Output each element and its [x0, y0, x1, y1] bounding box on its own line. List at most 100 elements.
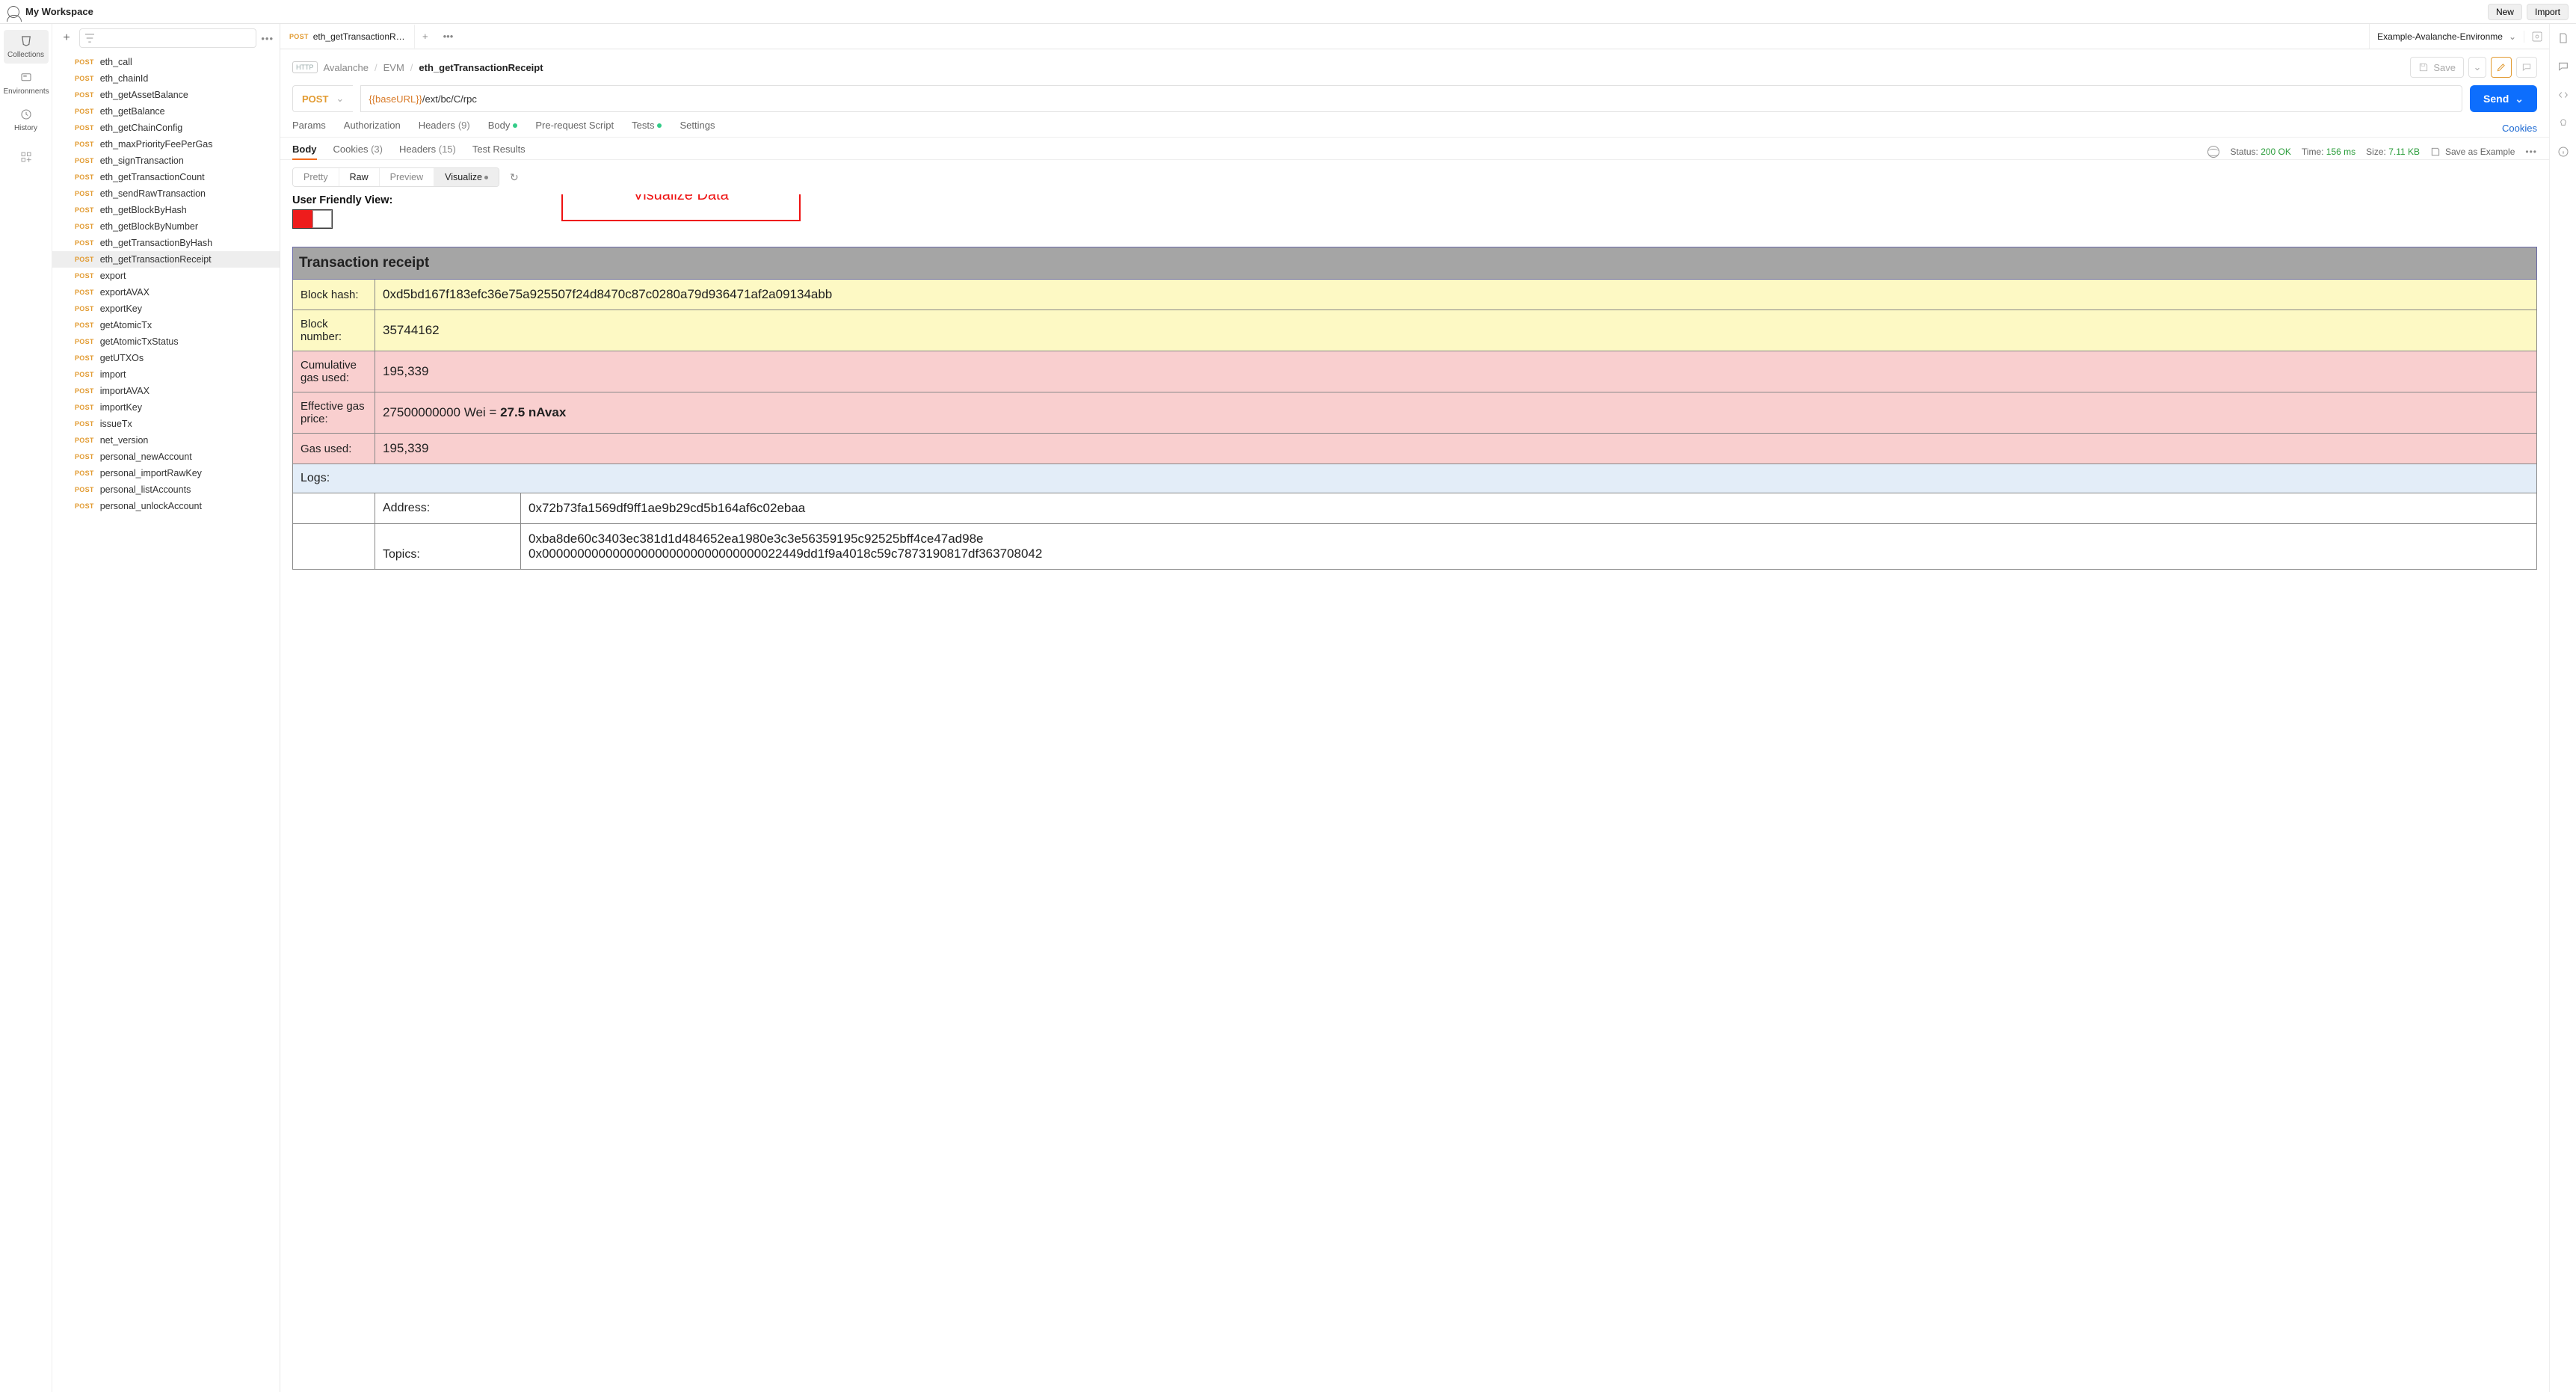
- save-example-button[interactable]: Save as Example: [2430, 147, 2515, 157]
- save-button[interactable]: Save: [2410, 57, 2464, 78]
- sidebar-item-eth_getChainConfig[interactable]: POSTeth_getChainConfig: [52, 120, 280, 136]
- sidebar-item-getUTXOs[interactable]: POSTgetUTXOs: [52, 350, 280, 366]
- rail-label: Collections: [7, 51, 44, 59]
- import-button[interactable]: Import: [2527, 4, 2569, 20]
- new-tab-button[interactable]: +: [415, 31, 436, 42]
- environment-quicklook-icon[interactable]: [2524, 31, 2549, 43]
- sidebar-item-eth_getBlockByHash[interactable]: POSTeth_getBlockByHash: [52, 202, 280, 218]
- sidebar-item-label: personal_newAccount: [100, 452, 192, 462]
- sidebar-item-eth_maxPriorityFeePerGas[interactable]: POSTeth_maxPriorityFeePerGas: [52, 136, 280, 153]
- method-pill: POST: [75, 305, 94, 312]
- reqtab-tests[interactable]: Tests: [632, 120, 662, 137]
- docs-icon[interactable]: [2557, 31, 2570, 45]
- lightbulb-icon[interactable]: [2557, 117, 2570, 130]
- crumb-evm[interactable]: EVM: [383, 62, 404, 73]
- reqtab-auth[interactable]: Authorization: [344, 120, 401, 137]
- resptab-body[interactable]: Body: [292, 144, 317, 159]
- sidebar-item-eth_getTransactionByHash[interactable]: POSTeth_getTransactionByHash: [52, 235, 280, 251]
- resptab-tests[interactable]: Test Results: [472, 144, 526, 159]
- visualize-body: Visualize Data User Friendly View: Trans…: [280, 194, 2549, 1392]
- sidebar-item-personal_newAccount[interactable]: POSTpersonal_newAccount: [52, 449, 280, 465]
- tab-overflow-icon[interactable]: •••: [436, 31, 461, 42]
- sidebar-item-label: eth_getTransactionCount: [100, 172, 205, 182]
- sidebar-item-eth_getBlockByNumber[interactable]: POSTeth_getBlockByNumber: [52, 218, 280, 235]
- method-pill: POST: [75, 91, 94, 99]
- sidebar-item-export[interactable]: POSTexport: [52, 268, 280, 284]
- info-icon[interactable]: [2557, 145, 2570, 158]
- method-pill: POST: [75, 486, 94, 493]
- sidebar-item-personal_unlockAccount[interactable]: POSTpersonal_unlockAccount: [52, 498, 280, 514]
- sidebar-item-importAVAX[interactable]: POSTimportAVAX: [52, 383, 280, 399]
- rail-history[interactable]: History: [4, 103, 49, 137]
- user-friendly-view-toggle[interactable]: [292, 209, 333, 229]
- environment-selector[interactable]: Example-Avalanche-Environme ⌄: [2369, 24, 2524, 49]
- tab-request[interactable]: POST eth_getTransactionRece: [280, 24, 415, 49]
- method-pill: POST: [75, 75, 94, 82]
- sidebar-item-net_version[interactable]: POSTnet_version: [52, 432, 280, 449]
- filter-input[interactable]: [79, 28, 256, 48]
- method-pill: POST: [75, 256, 94, 263]
- refresh-icon[interactable]: ↻: [510, 171, 519, 184]
- reqtab-params[interactable]: Params: [292, 120, 326, 137]
- sidebar-more-icon[interactable]: •••: [261, 33, 274, 44]
- rail-more[interactable]: [4, 146, 49, 171]
- sidebar-item-eth_getAssetBalance[interactable]: POST eth_getAssetBalance: [52, 87, 280, 103]
- rail-environments[interactable]: Environments: [4, 67, 49, 100]
- new-button[interactable]: New: [2488, 4, 2522, 20]
- sidebar-item-eth_sendRawTransaction[interactable]: POSTeth_sendRawTransaction: [52, 185, 280, 202]
- edit-button[interactable]: [2491, 57, 2512, 78]
- reqtab-settings[interactable]: Settings: [680, 120, 715, 137]
- sidebar-item-label: eth_getBlockByNumber: [100, 221, 198, 232]
- reqtab-headers[interactable]: Headers (9): [419, 120, 470, 137]
- comments-icon[interactable]: [2557, 60, 2570, 73]
- body-view-bar: Pretty Raw Preview Visualize ↻: [280, 159, 2549, 194]
- view-raw[interactable]: Raw: [339, 168, 379, 186]
- method-pill: POST: [75, 321, 94, 329]
- sidebar-item-exportKey[interactable]: POSTexportKey: [52, 301, 280, 317]
- code-icon[interactable]: [2557, 88, 2570, 102]
- network-icon[interactable]: [2207, 146, 2219, 158]
- comment-button[interactable]: [2516, 57, 2537, 78]
- sidebar-item-getAtomicTx[interactable]: POSTgetAtomicTx: [52, 317, 280, 333]
- reqtab-prereq[interactable]: Pre-request Script: [535, 120, 614, 137]
- sidebar-item-eth_signTransaction[interactable]: POSTeth_signTransaction: [52, 153, 280, 169]
- method-select[interactable]: POST ⌄: [292, 85, 353, 112]
- view-preview[interactable]: Preview: [379, 168, 434, 186]
- sidebar-item-eth_getTransactionCount[interactable]: POSTeth_getTransactionCount: [52, 169, 280, 185]
- resptab-headers[interactable]: Headers (15): [399, 144, 456, 159]
- sidebar-item-eth_getTransactionReceipt[interactable]: POSTeth_getTransactionReceipt: [52, 251, 280, 268]
- receipt-table: Transaction receipt Block hash: 0xd5bd16…: [292, 247, 2537, 570]
- workspace-title[interactable]: My Workspace: [25, 6, 93, 17]
- add-request-button[interactable]: +: [58, 31, 75, 45]
- save-dropdown-button[interactable]: ⌄: [2468, 57, 2486, 78]
- cookies-link[interactable]: Cookies: [2502, 123, 2537, 134]
- sidebar-item-exportAVAX[interactable]: POSTexportAVAX: [52, 284, 280, 301]
- sidebar-item-personal_listAccounts[interactable]: POSTpersonal_listAccounts: [52, 481, 280, 498]
- rail-collections[interactable]: Collections: [4, 30, 49, 64]
- method-pill: POST: [75, 141, 94, 148]
- sidebar-item-issueTx[interactable]: POSTissueTx: [52, 416, 280, 432]
- sidebar-item-label: eth_getAssetBalance: [100, 90, 188, 100]
- chevron-down-icon: ⌄: [2515, 93, 2524, 105]
- response-more-icon[interactable]: •••: [2525, 147, 2537, 157]
- view-visualize[interactable]: Visualize: [434, 168, 499, 186]
- crumb-avalanche[interactable]: Avalanche: [324, 62, 369, 73]
- send-button[interactable]: Send ⌄: [2470, 85, 2537, 112]
- save-icon: [2430, 147, 2441, 157]
- view-pretty[interactable]: Pretty: [293, 168, 339, 186]
- reqtab-body[interactable]: Body: [488, 120, 518, 137]
- method-pill: POST: [75, 338, 94, 345]
- right-rail: [2549, 24, 2576, 1392]
- crumb-current[interactable]: eth_getTransactionReceipt: [419, 62, 543, 73]
- sidebar-item-eth_getBalance[interactable]: POSTeth_getBalance: [52, 103, 280, 120]
- url-input[interactable]: {{baseURL}}/ext/bc/C/rpc: [360, 85, 2462, 112]
- resptab-cookies[interactable]: Cookies (3): [333, 144, 383, 159]
- sidebar-item-eth_call[interactable]: POSTeth_call: [52, 54, 280, 70]
- sidebar-item-importKey[interactable]: POSTimportKey: [52, 399, 280, 416]
- sidebar-item-personal_importRawKey[interactable]: POSTpersonal_importRawKey: [52, 465, 280, 481]
- tab-label: eth_getTransactionRece: [313, 31, 405, 42]
- sidebar-item-import[interactable]: POSTimport: [52, 366, 280, 383]
- size-label: Size: 7.11 KB: [2366, 147, 2420, 157]
- sidebar-item-eth_chainId[interactable]: POSTeth_chainId: [52, 70, 280, 87]
- sidebar-item-getAtomicTxStatus[interactable]: POSTgetAtomicTxStatus: [52, 333, 280, 350]
